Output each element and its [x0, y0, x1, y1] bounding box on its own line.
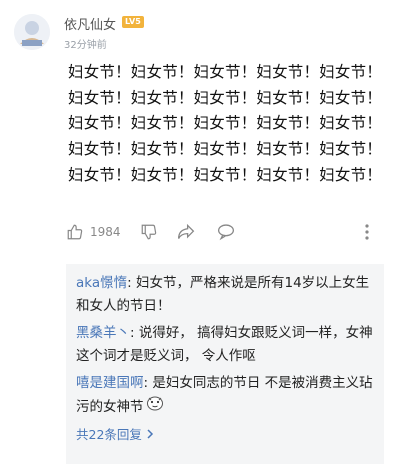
emoji-icon — [146, 395, 164, 419]
dislike-button[interactable] — [140, 223, 158, 241]
timestamp: 32分钟前 — [64, 40, 107, 51]
more-icon — [365, 224, 369, 240]
reply-button[interactable] — [216, 223, 236, 241]
reply-author[interactable]: 嘻是建国啊 — [76, 375, 144, 391]
comment-actions: 1984 — [66, 220, 386, 246]
reply-item[interactable]: 嘻是建国啊: 是妇女同志的节日 不是被消费主义玷污的女神节 — [76, 372, 374, 419]
reply-separator: : — [130, 325, 139, 341]
avatar[interactable] — [14, 14, 50, 50]
reply-separator: : — [127, 275, 136, 291]
reply-icon — [217, 224, 235, 241]
comment-text: 妇女节！妇女节！妇女节！妇女节！妇女节！妇女节！妇女节！妇女节！妇女节！妇女节！… — [68, 63, 383, 184]
level-badge: LV5 — [122, 16, 144, 28]
reply-item[interactable]: 黑桑羊丶: 说得好， 搞得妇女跟贬义词一样，女神这个词才是贬义词， 令人作呕 — [76, 322, 374, 368]
chevron-right-icon — [146, 427, 154, 442]
reply-author[interactable]: 黑桑羊丶 — [76, 325, 130, 341]
share-icon — [177, 223, 195, 239]
thumbs-up-icon — [67, 224, 83, 240]
more-button[interactable] — [364, 223, 370, 241]
view-all-replies-link[interactable]: 共22条回复 — [76, 423, 374, 446]
reply-list: aka憬惰: 妇女节，严格来说是所有14岁以上女生和女人的节日！ 黑桑羊丶: 说… — [66, 264, 384, 464]
reply-item[interactable]: aka憬惰: 妇女节，严格来说是所有14岁以上女生和女人的节日！ — [76, 272, 374, 318]
post-header: 依凡仙女 LV5 32分钟前 — [14, 10, 384, 54]
thumbs-down-icon — [141, 224, 157, 240]
like-button[interactable]: 1984 — [66, 223, 121, 241]
view-all-label: 共22条回复 — [76, 427, 142, 442]
reply-author[interactable]: aka憬惰 — [76, 275, 127, 291]
username[interactable]: 依凡仙女 — [64, 14, 116, 33]
like-count: 1984 — [90, 225, 121, 239]
share-button[interactable] — [176, 223, 196, 241]
